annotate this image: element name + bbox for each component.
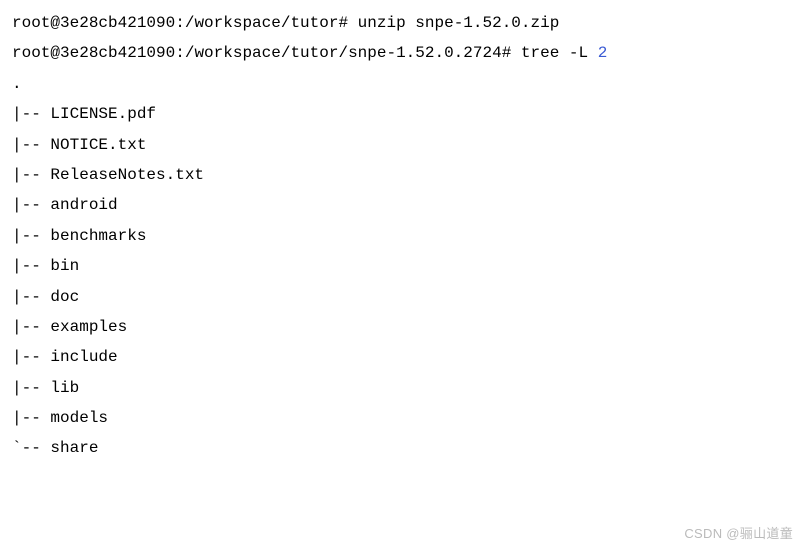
tree-branch-icon: |-- <box>12 318 50 336</box>
prompt-user: root@3e28cb421090 <box>12 14 175 32</box>
tree-entry-name: examples <box>50 318 127 336</box>
tree-branch-icon: |-- <box>12 288 50 306</box>
tree-entry-name: ReleaseNotes.txt <box>50 166 204 184</box>
tree-entry-name: NOTICE.txt <box>50 136 146 154</box>
prompt-path: :/workspace/tutor/snpe-1.52.0.2724# <box>175 44 521 62</box>
tree-branch-icon: |-- <box>12 166 50 184</box>
tree-entry-name: share <box>50 439 98 457</box>
prompt-line-1: root@3e28cb421090:/workspace/tutor# unzi… <box>12 8 791 38</box>
tree-branch-icon: |-- <box>12 227 50 245</box>
tree-entry: |-- LICENSE.pdf <box>12 99 791 129</box>
tree-entry: |-- doc <box>12 282 791 312</box>
tree-entry: `-- share <box>12 433 791 463</box>
tree-branch-icon: |-- <box>12 379 50 397</box>
prompt-path: :/workspace/tutor# <box>175 14 357 32</box>
tree-branch-icon: |-- <box>12 409 50 427</box>
prompt-user: root@3e28cb421090 <box>12 44 175 62</box>
command-text: tree -L <box>521 44 598 62</box>
tree-entry: |-- ReleaseNotes.txt <box>12 160 791 190</box>
tree-entry-name: android <box>50 196 117 214</box>
tree-entry: |-- NOTICE.txt <box>12 130 791 160</box>
tree-root: . <box>12 69 791 99</box>
tree-entry: |-- include <box>12 342 791 372</box>
tree-branch-last-icon: `-- <box>12 439 50 457</box>
tree-entry: |-- models <box>12 403 791 433</box>
prompt-line-2: root@3e28cb421090:/workspace/tutor/snpe-… <box>12 38 791 68</box>
tree-branch-icon: |-- <box>12 348 50 366</box>
tree-branch-icon: |-- <box>12 136 50 154</box>
command-arg: 2 <box>598 44 608 62</box>
tree-entry-name: bin <box>50 257 79 275</box>
tree-entry-name: doc <box>50 288 79 306</box>
tree-entry: |-- android <box>12 190 791 220</box>
tree-entry-name: models <box>50 409 108 427</box>
command-text: unzip snpe-1.52.0.zip <box>358 14 560 32</box>
tree-entry: |-- bin <box>12 251 791 281</box>
tree-entry-name: include <box>50 348 117 366</box>
tree-branch-icon: |-- <box>12 257 50 275</box>
tree-entry-name: lib <box>50 379 79 397</box>
tree-entry-name: LICENSE.pdf <box>50 105 156 123</box>
tree-entry: |-- benchmarks <box>12 221 791 251</box>
terminal-output: root@3e28cb421090:/workspace/tutor# unzi… <box>12 8 791 464</box>
tree-branch-icon: |-- <box>12 196 50 214</box>
tree-branch-icon: |-- <box>12 105 50 123</box>
tree-entry: |-- lib <box>12 373 791 403</box>
tree-entry-name: benchmarks <box>50 227 146 245</box>
tree-entry: |-- examples <box>12 312 791 342</box>
watermark-text: CSDN @骊山道童 <box>684 522 793 547</box>
